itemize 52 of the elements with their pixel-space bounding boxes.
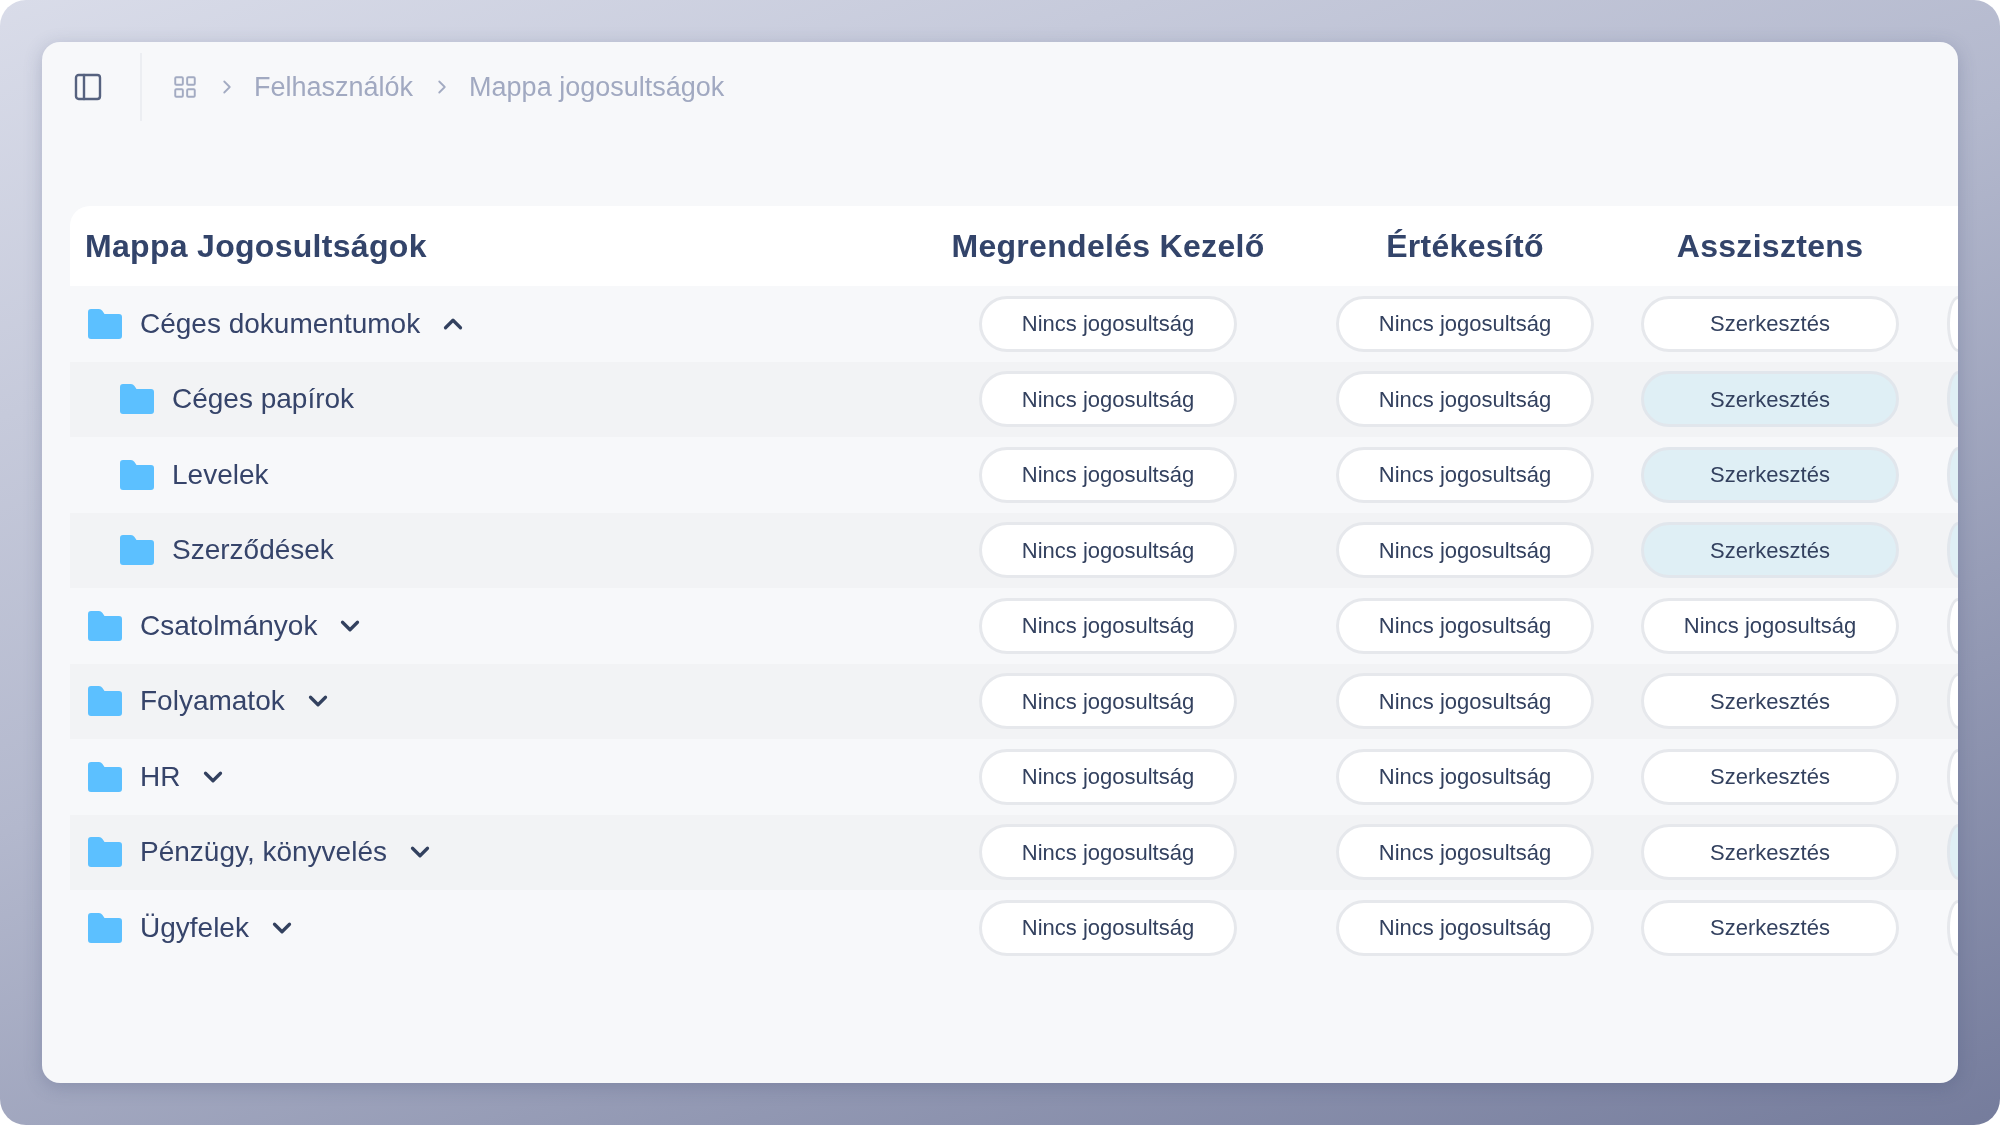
- folder-icon: [120, 384, 154, 415]
- permission-button[interactable]: Nincs jogosultság: [1336, 824, 1594, 881]
- permission-button[interactable]: Nincs jogosultság: [1336, 295, 1594, 352]
- folder-icon: [120, 459, 154, 490]
- folder-icon: [88, 686, 122, 717]
- column-header: Asszisztens: [1676, 227, 1864, 266]
- permission-button[interactable]: Nincs jogosultság: [979, 673, 1237, 730]
- permission-button[interactable]: Nincs jogosultság: [979, 371, 1237, 428]
- permission-button[interactable]: Nincs jogosultság: [979, 899, 1237, 956]
- permission-button[interactable]: [1947, 446, 1958, 503]
- grid-icon[interactable]: [172, 74, 198, 100]
- folder-icon: [88, 308, 122, 339]
- folder-name: Céges papírok: [172, 382, 355, 417]
- permission-button[interactable]: Szerkesztés: [1641, 824, 1899, 881]
- folder-icon: [88, 837, 122, 868]
- permission-button[interactable]: Nincs jogosultság: [979, 824, 1237, 881]
- folder-name: Ügyfelek: [140, 910, 249, 945]
- folder-icon: [88, 761, 122, 792]
- permission-button[interactable]: Nincs jogosultság: [1641, 597, 1899, 654]
- permission-button[interactable]: Nincs jogosultság: [979, 446, 1237, 503]
- permission-button[interactable]: Nincs jogosultság: [1336, 522, 1594, 579]
- permission-button[interactable]: Szerkesztés: [1641, 295, 1899, 352]
- permission-button[interactable]: Szerkesztés: [1641, 371, 1899, 428]
- folder-name: Céges dokumentumok: [140, 306, 421, 341]
- folder-icon: [88, 912, 122, 943]
- folder-icon: [120, 535, 154, 566]
- folder-name: Szerződések: [172, 533, 334, 568]
- permission-button[interactable]: Nincs jogosultság: [1336, 748, 1594, 805]
- table-title: Mappa Jogosultságok: [85, 227, 427, 266]
- permission-button[interactable]: Nincs jogosultság: [1336, 371, 1594, 428]
- permission-button[interactable]: Nincs jogosultság: [1336, 899, 1594, 956]
- permission-button[interactable]: Szerkesztés: [1641, 673, 1899, 730]
- folder-icon: [88, 610, 122, 641]
- folder-name: Csatolmányok: [140, 608, 318, 643]
- permission-button[interactable]: Szerkesztés: [1641, 748, 1899, 805]
- permission-button[interactable]: Szerkesztés: [1641, 446, 1899, 503]
- sidebar-toggle-icon[interactable]: [72, 71, 104, 103]
- permission-button[interactable]: Nincs jogosultság: [979, 597, 1237, 654]
- permission-button[interactable]: Nincs jogosultság: [979, 295, 1237, 352]
- permission-button[interactable]: Nincs jogosultság: [979, 522, 1237, 579]
- column-header: Megrendelés Kezelő: [951, 227, 1265, 266]
- permission-button[interactable]: Szerkesztés: [1641, 522, 1899, 579]
- permission-button[interactable]: Nincs jogosultság: [1336, 446, 1594, 503]
- folder-name: HR: [140, 759, 181, 794]
- permission-button[interactable]: Nincs jogosultság: [1336, 673, 1594, 730]
- folder-name: Folyamatok: [140, 684, 285, 719]
- permission-button[interactable]: Nincs jogosultság: [979, 748, 1237, 805]
- column-header: Értékesítő: [1386, 227, 1544, 266]
- permission-button[interactable]: Szerkesztés: [1641, 899, 1899, 956]
- permission-button[interactable]: Nincs jogosultság: [1336, 597, 1594, 654]
- folder-name: Pénzügy, könyvelés: [140, 835, 387, 870]
- folder-name: Levelek: [172, 457, 269, 492]
